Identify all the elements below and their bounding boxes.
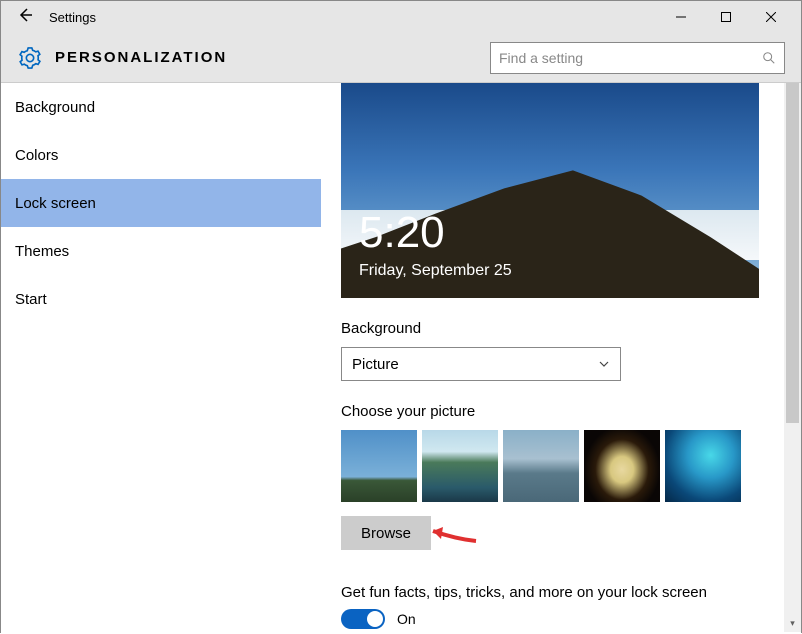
annotation-arrow-1: [321, 355, 335, 385]
sidebar-item-start[interactable]: Start: [1, 275, 321, 323]
search-input[interactable]: Find a setting: [490, 42, 785, 74]
sidebar: Background Colors Lock screen Themes Sta…: [1, 83, 321, 634]
preview-date: Friday, September 25: [359, 262, 512, 280]
picture-thumb-2[interactable]: [422, 430, 498, 502]
scroll-thumb[interactable]: [786, 83, 799, 423]
funfacts-toggle[interactable]: [341, 609, 385, 629]
close-button[interactable]: [748, 1, 793, 33]
gear-icon: [13, 47, 47, 69]
browse-button[interactable]: Browse: [341, 516, 431, 550]
back-button[interactable]: [9, 6, 41, 29]
search-icon: [762, 51, 776, 65]
window-title: Settings: [41, 10, 658, 25]
preview-time: 5:20: [359, 208, 445, 258]
header: PERSONALIZATION Find a setting: [1, 33, 801, 83]
picture-thumb-4[interactable]: [584, 430, 660, 502]
dropdown-value: Picture: [352, 356, 598, 373]
sidebar-item-colors[interactable]: Colors: [1, 131, 321, 179]
scroll-down-icon[interactable]: ▾: [784, 615, 801, 632]
scrollbar[interactable]: ▾: [784, 83, 801, 632]
background-label: Background: [341, 320, 771, 337]
choose-picture-label: Choose your picture: [341, 403, 771, 420]
minimize-button[interactable]: [658, 1, 703, 33]
picture-thumb-3[interactable]: [503, 430, 579, 502]
search-placeholder: Find a setting: [499, 50, 762, 66]
annotation-arrow-3: [321, 588, 335, 614]
maximize-button[interactable]: [703, 1, 748, 33]
picture-thumb-5[interactable]: [665, 430, 741, 502]
chevron-down-icon: [598, 358, 610, 370]
picture-thumb-1[interactable]: [341, 430, 417, 502]
page-title: PERSONALIZATION: [47, 49, 490, 66]
sidebar-item-themes[interactable]: Themes: [1, 227, 321, 275]
lock-screen-preview: 5:20 Friday, September 25: [341, 83, 759, 298]
background-dropdown[interactable]: Picture: [341, 347, 621, 381]
funfacts-state: On: [397, 611, 416, 627]
sidebar-item-lock-screen[interactable]: Lock screen: [1, 179, 321, 227]
picture-thumbnails: [341, 430, 771, 502]
main-panel: 5:20 Friday, September 25 Background Pic…: [321, 83, 801, 634]
sidebar-item-background[interactable]: Background: [1, 83, 321, 131]
funfacts-label: Get fun facts, tips, tricks, and more on…: [341, 584, 771, 601]
titlebar: Settings: [1, 1, 801, 33]
